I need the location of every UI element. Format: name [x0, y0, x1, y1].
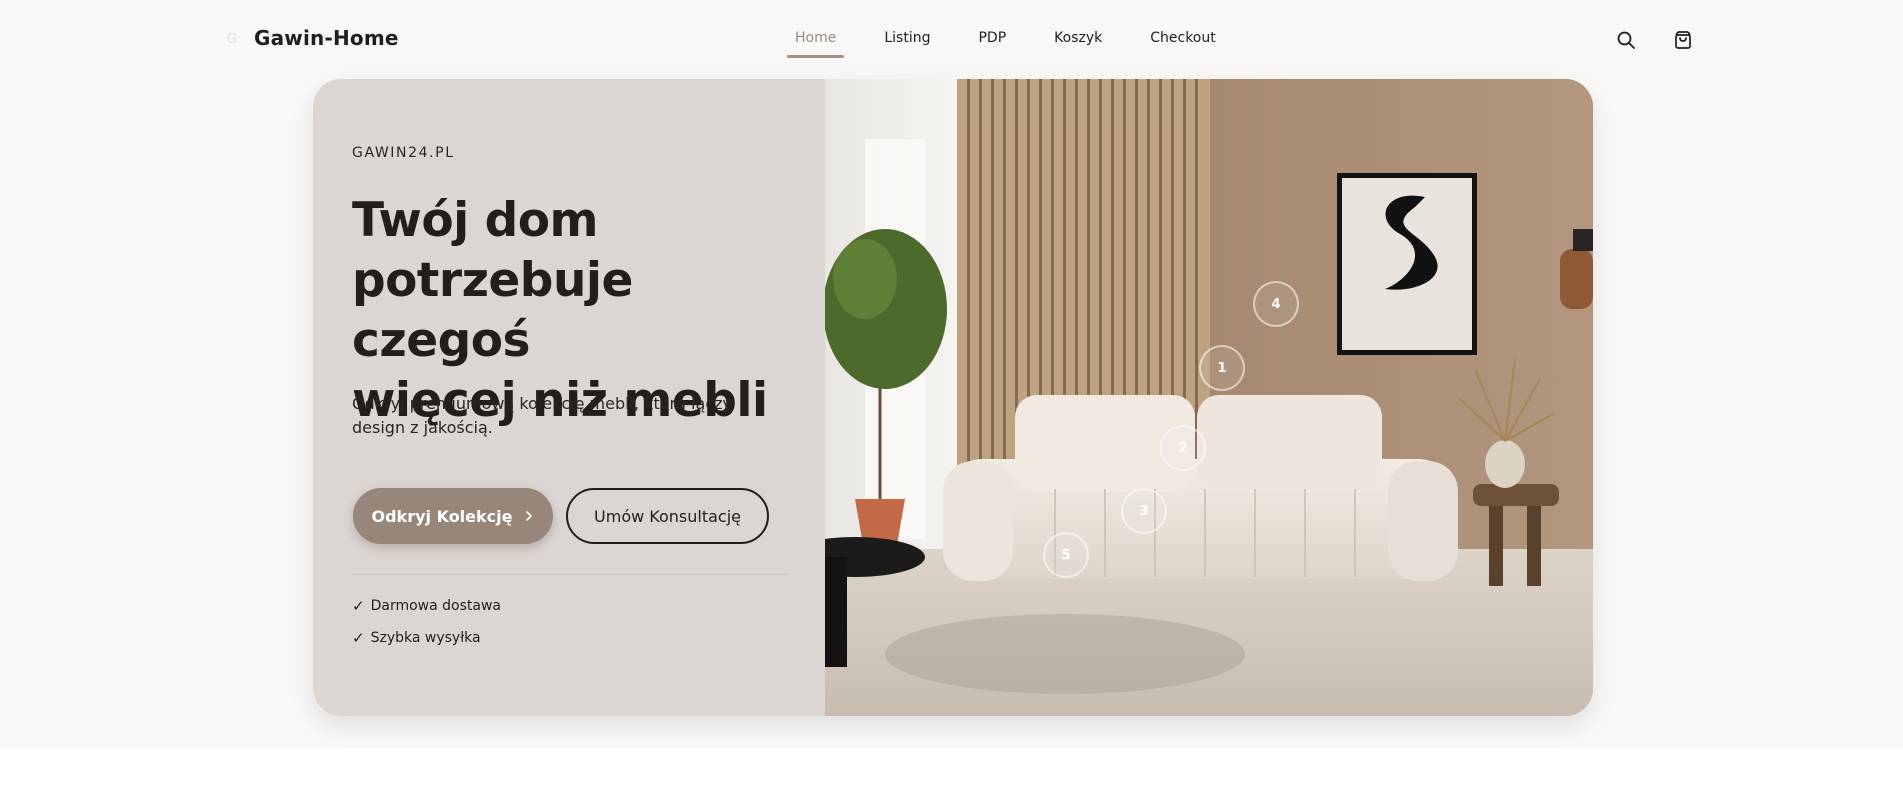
headline-line: Twój dom: [352, 193, 599, 248]
brand-name: Gawin-Home: [254, 26, 399, 50]
feature-item: ✓ Darmowa dostawa: [352, 597, 501, 615]
book-consultation-button[interactable]: Umów Konsultację: [566, 488, 769, 544]
hotspot-1[interactable]: 1: [1199, 345, 1245, 391]
hero-eyebrow: GAWIN24.PL: [352, 145, 455, 161]
feature-label: Szybka wysyłka: [370, 630, 481, 646]
shopping-bag-icon[interactable]: [1671, 28, 1695, 52]
discover-collection-label: Odkryj Kolekcję: [371, 506, 513, 526]
nav-item-pdp[interactable]: PDP: [970, 26, 1014, 50]
hero-text-panel: GAWIN24.PL Twój dom potrzebuje czegoś wi…: [313, 79, 825, 716]
hotspot-4[interactable]: 4: [1253, 281, 1299, 327]
headline-line: potrzebuje czegoś: [352, 253, 633, 368]
hotspot-2[interactable]: 2: [1160, 425, 1206, 471]
discover-collection-button[interactable]: Odkryj Kolekcję: [353, 488, 553, 544]
header-actions: [1614, 28, 1695, 52]
hotspot-3[interactable]: 3: [1121, 488, 1167, 534]
hero-divider: [352, 574, 787, 575]
site-header: G Gawin-Home Home Listing PDP Koszyk Che…: [0, 0, 1903, 78]
nav-item-checkout[interactable]: Checkout: [1142, 26, 1224, 50]
hotspot-5[interactable]: 5: [1043, 532, 1089, 578]
nav-item-koszyk[interactable]: Koszyk: [1046, 26, 1110, 50]
feature-label: Darmowa dostawa: [370, 598, 501, 614]
chevron-right-icon: [524, 507, 534, 526]
check-icon: ✓: [352, 597, 365, 615]
brand-logo[interactable]: G Gawin-Home: [222, 26, 399, 50]
nav-item-listing[interactable]: Listing: [876, 26, 938, 50]
svg-text:G: G: [227, 32, 237, 47]
hero-banner: GAWIN24.PL Twój dom potrzebuje czegoś wi…: [313, 79, 1593, 716]
living-room-scene: [825, 79, 1593, 716]
search-icon[interactable]: [1614, 28, 1638, 52]
page-below-fold: [0, 748, 1903, 812]
nav-item-home[interactable]: Home: [787, 26, 845, 58]
main-nav: Home Listing PDP Koszyk Checkout: [787, 26, 1256, 58]
hero-subtext: Odkryj premiumową kolekcję mebli, która …: [352, 394, 733, 437]
hero-room-image: 4 1 2 3 5: [825, 79, 1593, 716]
check-icon: ✓: [352, 629, 365, 647]
logo-mark-icon: G: [222, 28, 242, 48]
feature-item: ✓ Szybka wysyłka: [352, 629, 481, 647]
